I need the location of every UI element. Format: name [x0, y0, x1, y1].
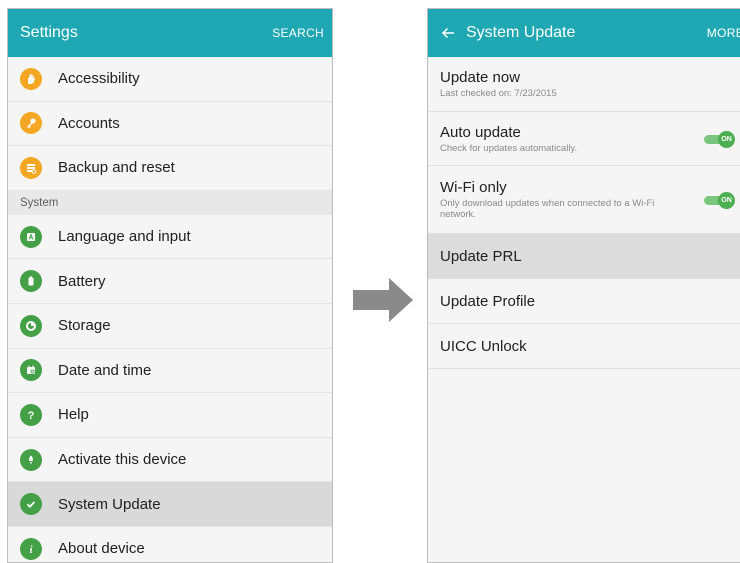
settings-item-label: About device: [58, 540, 145, 558]
settings-item-label: Help: [58, 406, 89, 424]
calendar-icon: [20, 359, 42, 382]
storage-icon: [20, 314, 42, 337]
system-update-screen: System Update MORE Update now Last check…: [427, 8, 740, 563]
update-now-subtitle: Last checked on: 7/23/2015: [440, 88, 557, 99]
wifi-only-title: Wi-Fi only: [440, 179, 507, 196]
back-arrow-icon[interactable]: [438, 23, 458, 43]
settings-screen: Settings SEARCH Accessibility Accounts B…: [7, 8, 333, 563]
activate-icon: [20, 448, 42, 471]
wifi-only-item[interactable]: Wi-Fi only Only download updates when co…: [428, 166, 740, 234]
settings-item-language[interactable]: Language and input: [8, 214, 332, 260]
auto-update-title: Auto update: [440, 123, 521, 141]
wifi-only-subtitle: Only download updates when connected to …: [440, 198, 655, 220]
toggle-knob: ON: [718, 130, 735, 148]
arrow-right-icon: [353, 278, 415, 327]
update-profile-item[interactable]: Update Profile: [428, 279, 740, 324]
section-header-system: System: [8, 190, 332, 215]
uicc-unlock-item[interactable]: UICC Unlock: [428, 324, 740, 369]
language-icon: [20, 225, 42, 248]
uicc-unlock-title: UICC Unlock: [440, 337, 527, 355]
svg-text:?: ?: [28, 410, 35, 421]
update-now-title: Update now: [440, 69, 521, 86]
system-update-appbar: System Update MORE: [428, 9, 740, 57]
toggle-knob: ON: [718, 191, 735, 209]
settings-item-date-time[interactable]: Date and time: [8, 348, 332, 394]
check-icon: [20, 493, 42, 516]
update-now-item[interactable]: Update now Last checked on: 7/23/2015: [428, 57, 740, 112]
update-profile-title: Update Profile: [440, 292, 536, 310]
more-button[interactable]: MORE: [707, 26, 740, 40]
update-prl-item[interactable]: Update PRL: [428, 234, 740, 279]
auto-update-toggle[interactable]: ON: [704, 130, 738, 148]
settings-item-label: Date and time: [58, 361, 152, 379]
system-update-title: System Update: [466, 24, 576, 41]
settings-item-label: Accounts: [58, 114, 120, 132]
search-button[interactable]: SEARCH: [272, 26, 324, 40]
settings-item-label: Language and input: [58, 228, 191, 246]
wifi-only-toggle[interactable]: ON: [704, 191, 738, 209]
settings-item-about-device[interactable]: i About device: [8, 526, 332, 562]
settings-item-system-update[interactable]: System Update: [8, 482, 332, 527]
auto-update-item[interactable]: Auto update Check for updates automatica…: [428, 112, 740, 166]
settings-item-accounts[interactable]: Accounts: [8, 101, 332, 147]
settings-item-label: Activate this device: [58, 451, 187, 469]
update-prl-title: Update PRL: [440, 247, 522, 265]
settings-item-label: Accessibility: [58, 70, 140, 88]
settings-item-accessibility[interactable]: Accessibility: [8, 57, 332, 102]
key-icon: [20, 112, 42, 135]
settings-title: Settings: [20, 24, 78, 41]
settings-item-help[interactable]: ? Help: [8, 393, 332, 438]
settings-item-label: System Update: [58, 495, 161, 513]
settings-appbar: Settings SEARCH: [8, 9, 332, 57]
svg-text:i: i: [29, 544, 33, 555]
hand-icon: [20, 67, 42, 90]
settings-item-label: Backup and reset: [58, 159, 175, 177]
settings-item-battery[interactable]: Battery: [8, 259, 332, 304]
settings-item-label: Storage: [58, 317, 111, 335]
backup-icon: [20, 156, 42, 179]
info-icon: i: [20, 537, 42, 560]
settings-item-label: Battery: [58, 272, 106, 290]
battery-icon: [20, 270, 42, 293]
settings-item-activate[interactable]: Activate this device: [8, 437, 332, 483]
auto-update-subtitle: Check for updates automatically.: [440, 142, 578, 154]
settings-item-storage[interactable]: Storage: [8, 303, 332, 349]
help-icon: ?: [20, 403, 42, 426]
settings-item-backup[interactable]: Backup and reset: [8, 146, 332, 191]
